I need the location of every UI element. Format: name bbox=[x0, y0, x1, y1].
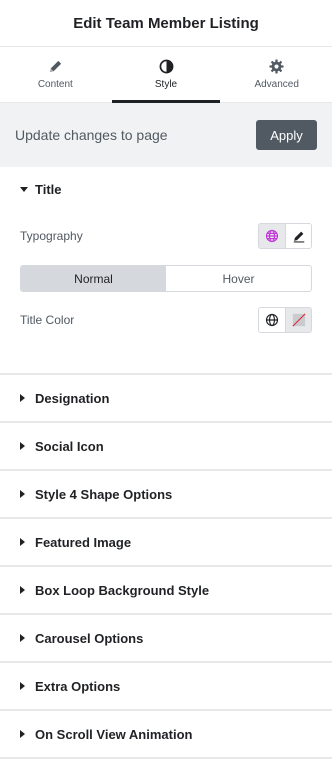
section-carousel-options[interactable]: Carousel Options bbox=[0, 615, 332, 663]
title-color-control: Title Color bbox=[20, 307, 312, 333]
section-social-icon[interactable]: Social Icon bbox=[0, 423, 332, 471]
gear-icon bbox=[269, 59, 284, 74]
pencil-icon bbox=[49, 60, 61, 73]
section-title: Featured Image bbox=[35, 534, 132, 550]
caret-right-icon bbox=[20, 490, 25, 498]
caret-right-icon bbox=[20, 634, 25, 642]
section-box-loop-background-style[interactable]: Box Loop Background Style bbox=[0, 567, 332, 615]
pencil-icon bbox=[293, 231, 304, 243]
tab-style[interactable]: Style bbox=[111, 47, 222, 103]
global-typography-button[interactable] bbox=[259, 224, 285, 248]
section-title: Style 4 Shape Options bbox=[35, 486, 173, 502]
caret-right-icon bbox=[20, 538, 25, 546]
panel-title: Edit Team Member Listing bbox=[73, 14, 259, 32]
color-picker-button[interactable] bbox=[285, 308, 311, 332]
section-title: Title bbox=[35, 181, 62, 197]
typography-control: Typography bbox=[20, 223, 312, 249]
caret-down-icon bbox=[20, 186, 28, 192]
globe-icon bbox=[265, 313, 279, 327]
panel-tabs: Content Style Advanced bbox=[0, 47, 332, 103]
tab-content[interactable]: Content bbox=[0, 47, 111, 102]
section-extra-options[interactable]: Extra Options bbox=[0, 663, 332, 711]
caret-right-icon bbox=[20, 586, 25, 594]
section-title: Social Icon bbox=[35, 438, 104, 454]
caret-right-icon bbox=[20, 682, 25, 690]
section-style-4-shape-options[interactable]: Style 4 Shape Options bbox=[0, 471, 332, 519]
section-title: Extra Options bbox=[35, 678, 121, 694]
section-title: Carousel Options bbox=[35, 630, 144, 646]
title-section-header[interactable]: Title bbox=[0, 167, 332, 211]
section-designation[interactable]: Designation bbox=[0, 375, 332, 423]
apply-button[interactable]: Apply bbox=[256, 120, 317, 150]
section-title: On Scroll View Animation bbox=[35, 726, 193, 742]
panel-header: Edit Team Member Listing bbox=[0, 0, 332, 47]
title-color-label: Title Color bbox=[20, 313, 75, 327]
title-section: Title Typography Normal Hover Title Colo… bbox=[0, 167, 332, 375]
edit-typography-button[interactable] bbox=[285, 224, 311, 248]
update-bar: Update changes to page Apply bbox=[0, 103, 332, 167]
contrast-icon bbox=[159, 59, 173, 74]
global-color-button[interactable] bbox=[259, 308, 285, 332]
tab-label: Advanced bbox=[254, 79, 299, 90]
tab-advanced[interactable]: Advanced bbox=[221, 47, 332, 102]
update-text: Update changes to page bbox=[15, 127, 168, 143]
state-hover-option[interactable]: Hover bbox=[166, 266, 311, 291]
caret-right-icon bbox=[20, 394, 25, 402]
section-on-scroll-view-animation[interactable]: On Scroll View Animation bbox=[0, 711, 332, 759]
section-title: Designation bbox=[35, 390, 110, 406]
no-color-swatch-icon bbox=[292, 313, 305, 327]
tab-label: Style bbox=[154, 79, 178, 90]
caret-right-icon bbox=[20, 730, 25, 738]
globe-icon bbox=[265, 229, 279, 243]
state-normal-option[interactable]: Normal bbox=[21, 266, 166, 291]
state-toggle: Normal Hover bbox=[20, 265, 312, 292]
typography-buttons bbox=[258, 223, 312, 249]
caret-right-icon bbox=[20, 442, 25, 450]
section-featured-image[interactable]: Featured Image bbox=[0, 519, 332, 567]
section-title: Box Loop Background Style bbox=[35, 582, 210, 598]
tab-label: Content bbox=[37, 79, 73, 90]
typography-label: Typography bbox=[20, 229, 83, 243]
title-color-buttons bbox=[258, 307, 312, 333]
